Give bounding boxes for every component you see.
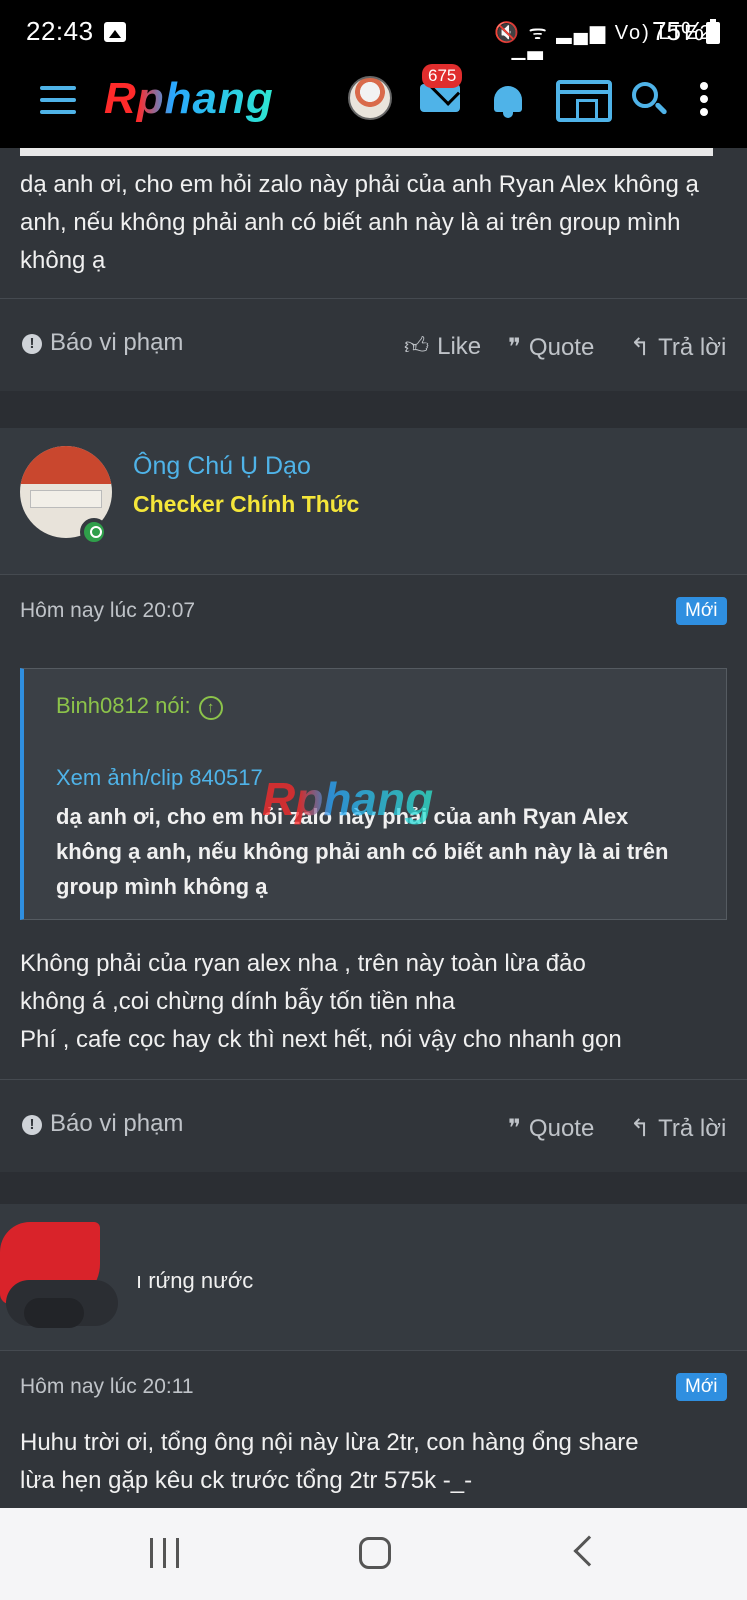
redacted-avatar bbox=[0, 1222, 122, 1328]
report-label: Báo vi phạm bbox=[50, 329, 184, 356]
back-icon[interactable] bbox=[573, 1535, 605, 1567]
account-avatar[interactable] bbox=[348, 76, 392, 120]
alert-icon: ! bbox=[22, 334, 42, 354]
reply-button[interactable]: ↰ Trả lời bbox=[630, 1114, 726, 1143]
alert-icon: ! bbox=[22, 1115, 42, 1135]
new-badge: Mới bbox=[676, 1373, 727, 1401]
post-timestamp[interactable]: Hôm nay lúc 20:07 bbox=[20, 599, 195, 623]
author-title: Checker Chính Thức bbox=[133, 491, 360, 517]
like-label: Like bbox=[437, 333, 482, 360]
inbox-count-badge[interactable]: 675 bbox=[422, 64, 463, 88]
report-label: Báo vi phạm bbox=[50, 1110, 184, 1137]
reply-arrow-icon: ↰ bbox=[630, 334, 651, 361]
quote-label: Quote bbox=[528, 1115, 595, 1142]
quote-author[interactable]: Binh0812 nói: ↑ bbox=[56, 693, 223, 720]
post-actions: ! Báo vi phạm 👍︎ Like ❞ Quote ↰ Trả lời bbox=[0, 299, 747, 391]
home-icon[interactable] bbox=[359, 1537, 391, 1569]
post-body: Không phải của ryan alex nha , trên này … bbox=[20, 950, 622, 1053]
store-icon[interactable] bbox=[556, 80, 612, 122]
reply-button[interactable]: ↰ Trả lời bbox=[630, 333, 726, 362]
report-button[interactable]: ! Báo vi phạm bbox=[22, 329, 183, 357]
inbox-icon[interactable] bbox=[420, 84, 460, 112]
battery-percent: 75% bbox=[652, 16, 705, 46]
post-body: Huhu trời ơi, tổng ông nội này lừa 2tr, … bbox=[20, 1429, 639, 1494]
status-bar: 22:43 🔇 ᯤ ▂▄▆ Vo) LTE2 ▂▄▆ 75% bbox=[0, 0, 747, 69]
author-username[interactable]: Ông Chú Ụ Dạo bbox=[133, 452, 311, 481]
more-options-icon[interactable] bbox=[700, 82, 708, 118]
post-body: dạ anh ơi, cho em hỏi zalo này phải của … bbox=[20, 171, 699, 274]
reply-label: Trả lời bbox=[658, 334, 727, 361]
quote-icon: ❞ bbox=[508, 1115, 521, 1142]
battery-icon bbox=[706, 19, 720, 44]
site-watermark: Rphang bbox=[262, 773, 434, 825]
post-actions: ! Báo vi phạm ❞ Quote ↰ Trả lời bbox=[0, 1080, 747, 1172]
system-nav-bar bbox=[0, 1508, 747, 1600]
post-timestamp[interactable]: Hôm nay lúc 20:11 bbox=[20, 1375, 194, 1399]
quote-icon: ❞ bbox=[508, 334, 521, 361]
author-title: ı rứng nước bbox=[136, 1268, 254, 1293]
thumbs-up-icon: 👍︎ bbox=[404, 333, 430, 360]
post-1: dạ anh ơi, cho em hỏi zalo này phải của … bbox=[0, 148, 747, 298]
jump-to-quote-icon[interactable]: ↑ bbox=[198, 696, 223, 720]
post-2: Hôm nay lúc 20:07 Mới Binh0812 nói: ↑ Xem… bbox=[0, 575, 747, 1079]
reply-arrow-icon: ↰ bbox=[630, 1115, 651, 1142]
quote-button[interactable]: ❞ Quote bbox=[508, 1114, 594, 1143]
site-logo[interactable]: Rphang bbox=[104, 74, 274, 124]
report-button[interactable]: ! Báo vi phạm bbox=[22, 1110, 183, 1138]
quote-button[interactable]: ❞ Quote bbox=[508, 333, 594, 362]
notification-bell-icon[interactable] bbox=[490, 82, 526, 118]
recent-apps-icon[interactable] bbox=[150, 1538, 180, 1568]
clock: 22:43 bbox=[26, 16, 94, 46]
online-status-icon bbox=[80, 518, 108, 546]
like-button[interactable]: 👍︎ Like bbox=[404, 333, 481, 361]
search-icon[interactable] bbox=[632, 82, 668, 118]
new-badge: Mới bbox=[676, 597, 727, 625]
image-bottom-edge bbox=[20, 148, 713, 156]
hamburger-menu-icon[interactable] bbox=[40, 86, 76, 116]
post-2-author-bar: Ông Chú Ụ Dạo Checker Chính Thức bbox=[0, 428, 747, 574]
reply-label: Trả lời bbox=[658, 1115, 727, 1142]
attachment-link[interactable]: Xem ảnh/clip 840517 bbox=[56, 765, 263, 791]
quote-label: Quote bbox=[528, 334, 595, 361]
app-header: Rphang 675 bbox=[0, 60, 747, 148]
gallery-notification-icon bbox=[104, 22, 126, 42]
post-3: Hôm nay lúc 20:11 Mới Huhu trời ơi, tổng… bbox=[0, 1351, 747, 1508]
